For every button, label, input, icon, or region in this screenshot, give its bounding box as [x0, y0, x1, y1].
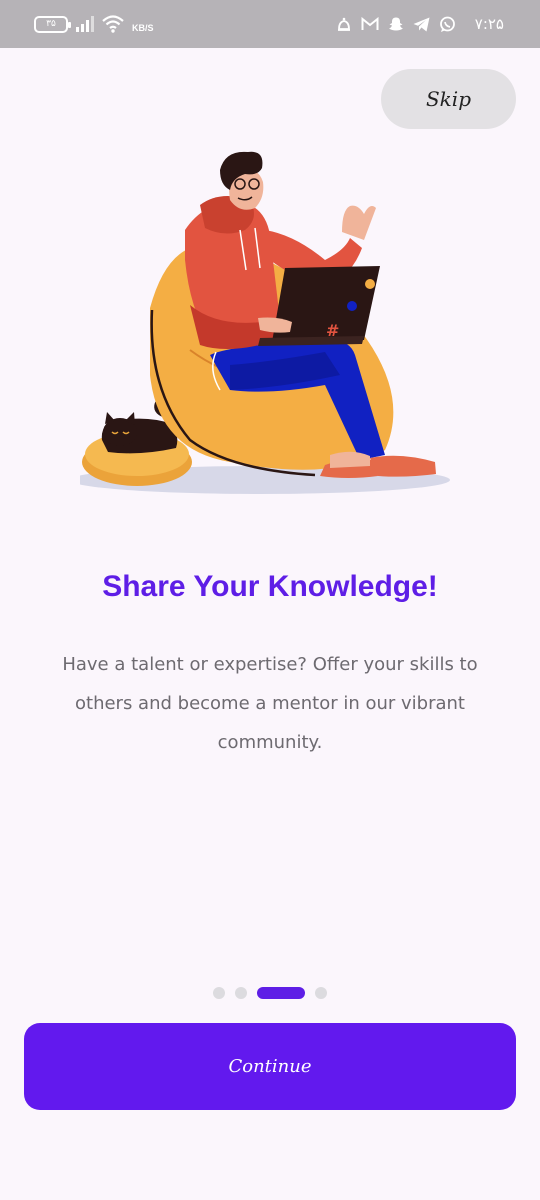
- continue-button[interactable]: Continue: [24, 1023, 516, 1110]
- status-clock: ۷:۲۵: [474, 15, 504, 33]
- battery-level: ۳۵: [46, 19, 56, 29]
- whatsapp-icon: [439, 15, 457, 33]
- page-indicator: [0, 986, 540, 1000]
- page-dot-1[interactable]: [213, 987, 225, 999]
- skip-button[interactable]: Skip: [381, 69, 516, 129]
- status-left-group: ۳۵ KB/S: [34, 12, 154, 36]
- gmail-icon: [361, 15, 379, 33]
- status-bar: ۳۵ KB/S ۷:۲۵: [0, 0, 540, 48]
- battery-icon: ۳۵: [34, 15, 71, 33]
- onboarding-illustration: #: [80, 151, 450, 494]
- status-right-group: ۷:۲۵: [335, 12, 504, 36]
- page-dot-3-active[interactable]: [257, 987, 305, 999]
- signal-icon: [76, 16, 94, 32]
- page-dot-4[interactable]: [315, 987, 327, 999]
- telegram-icon: [413, 15, 431, 33]
- onboarding-title: Share Your Knowledge!: [102, 570, 438, 603]
- wifi-icon: [102, 15, 124, 33]
- alarm-icon: [335, 15, 353, 33]
- network-speed: KB/S: [132, 22, 154, 33]
- onboarding-description: Have a talent or expertise? Offer your s…: [62, 654, 478, 753]
- snapchat-icon: [387, 15, 405, 33]
- page-dot-2[interactable]: [235, 987, 247, 999]
